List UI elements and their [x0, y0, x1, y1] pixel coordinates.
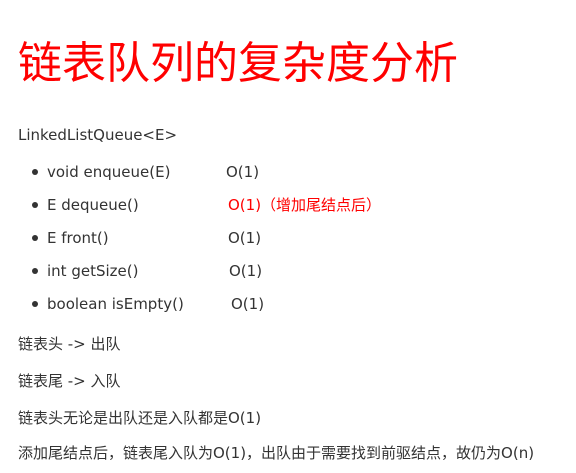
note-enqueue-tail: 链表尾 -> 入队	[18, 372, 121, 390]
bullet-icon	[32, 301, 38, 307]
note-head-complexity: 链表头无论是出队还是入队都是O(1)	[18, 409, 262, 427]
method-signature: void enqueue(E)	[47, 163, 171, 181]
bullet-icon	[32, 268, 38, 274]
list-item: boolean isEmpty() O(1)	[0, 292, 560, 316]
class-name: LinkedListQueue<E>	[18, 126, 178, 144]
note-tail-complexity: 添加尾结点后，链表尾入队为O(1)，出队由于需要找到前驱结点，故仍为O(n)	[18, 444, 535, 462]
list-item: E dequeue() O(1)（增加尾结点后）	[0, 193, 560, 217]
method-signature: int getSize()	[47, 262, 139, 280]
method-complexity: O(1)（增加尾结点后）	[228, 196, 382, 214]
list-item: int getSize() O(1)	[0, 259, 560, 283]
method-complexity: O(1)	[228, 229, 262, 247]
list-item: void enqueue(E) O(1)	[0, 160, 560, 184]
method-signature: E dequeue()	[47, 196, 139, 214]
bullet-icon	[32, 169, 38, 175]
list-item: E front() O(1)	[0, 226, 560, 250]
method-complexity: O(1)	[229, 262, 263, 280]
bullet-icon	[32, 235, 38, 241]
page-title: 链表队列的复杂度分析	[18, 38, 458, 90]
method-signature: boolean isEmpty()	[47, 295, 184, 313]
note-dequeue-head: 链表头 -> 出队	[18, 335, 121, 353]
method-complexity: O(1)	[231, 295, 265, 313]
method-signature: E front()	[47, 229, 109, 247]
method-complexity: O(1)	[226, 163, 260, 181]
bullet-icon	[32, 202, 38, 208]
